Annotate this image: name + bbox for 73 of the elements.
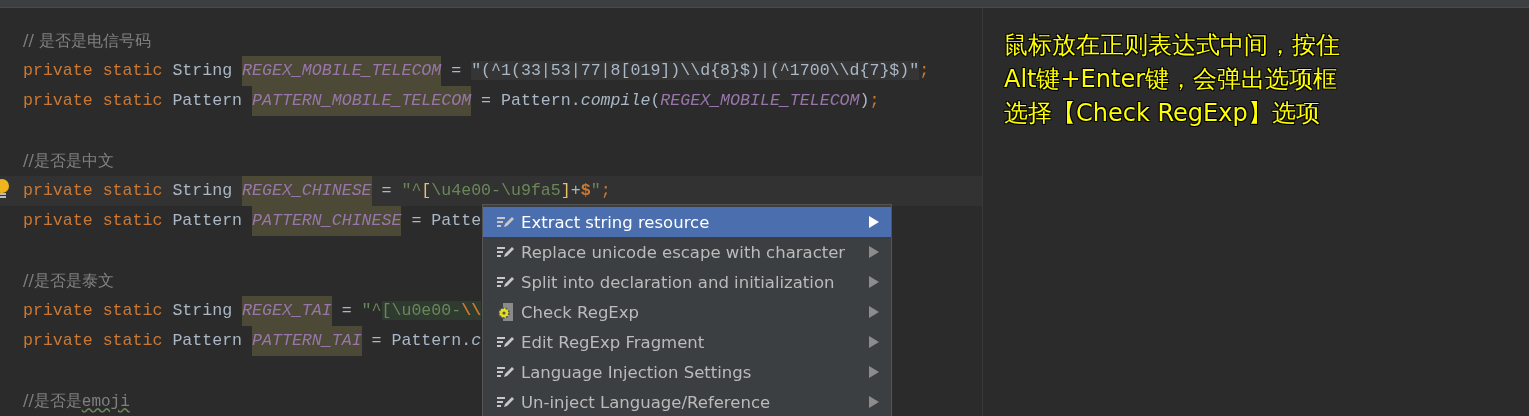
keyword: private static: [23, 91, 164, 110]
menu-item[interactable]: Edit RegExp Fragment: [483, 327, 891, 357]
semicolon: ;: [869, 91, 880, 110]
type-name: String: [172, 181, 234, 200]
code-text: =: [450, 61, 463, 80]
keyword: private static: [23, 211, 164, 230]
regex-anchor: $: [580, 181, 591, 200]
pencil-icon: [497, 335, 515, 349]
code-text: =: [380, 181, 393, 200]
menu-item[interactable]: Extract string resource: [483, 207, 891, 237]
code-text: (: [650, 91, 661, 110]
code-comment: emoji: [81, 393, 130, 411]
code-comment: //是否是: [23, 391, 82, 410]
pencil-icon: [497, 215, 515, 229]
constant-name: REGEX_CHINESE: [242, 176, 372, 206]
annotation-text: 选择【Check RegExp】选项: [1004, 98, 1321, 129]
regex-bracket: [: [421, 181, 432, 200]
string-literal: \u4e00-\u9fa5: [431, 181, 561, 200]
keyword: private static: [23, 181, 164, 200]
regex-bracket: ]: [560, 181, 571, 200]
code-text: ): [859, 91, 870, 110]
code-comment: //是否是泰文: [23, 271, 114, 290]
string-literal: "(^1(33|53|77|8[019])\\d{8}$)|(^1700\\d{7}$)": [471, 61, 920, 80]
constant-name: PATTERN_MOBILE_TELECOM: [252, 86, 472, 116]
semicolon: ;: [919, 61, 930, 80]
type-name: String: [172, 61, 234, 80]
code-comment: //是否是中文: [23, 151, 114, 170]
semicolon: ;: [600, 181, 611, 200]
gear-icon: [497, 302, 515, 322]
pencil-icon: [497, 245, 515, 259]
type-name: Pattern: [172, 91, 244, 110]
type-name: String: [172, 301, 234, 320]
constant-name: REGEX_TAI: [242, 296, 332, 326]
code-text: = Pattern.: [480, 91, 581, 110]
code-text: = Pattern.: [370, 331, 472, 350]
code-text: = Patte: [410, 211, 482, 230]
string-literal: [\u0e00-: [381, 301, 462, 320]
code-comment: // 是否是电信号码: [23, 31, 151, 50]
submenu-arrow-icon: [869, 306, 879, 318]
submenu-arrow-icon: [869, 336, 879, 348]
code-text: =: [340, 301, 353, 320]
escape-sequence: \\: [461, 301, 482, 320]
pencil-icon: [497, 395, 515, 409]
pencil-icon: [497, 275, 515, 289]
string-literal: ": [590, 181, 601, 200]
submenu-arrow-icon: [869, 396, 879, 408]
constant-name: REGEX_MOBILE_TELECOM: [660, 91, 860, 110]
submenu-arrow-icon: [869, 216, 879, 228]
submenu-arrow-icon: [869, 276, 879, 288]
menu-item[interactable]: Split into declaration and initialization: [483, 267, 891, 297]
constant-name: PATTERN_CHINESE: [252, 206, 402, 236]
code-text: +: [570, 181, 581, 200]
menu-item[interactable]: Replace unicode escape with character: [483, 237, 891, 267]
menu-item[interactable]: Un-inject Language/Reference: [483, 387, 891, 416]
annotation-text: 鼠标放在正则表达式中间，按住: [1004, 30, 1340, 61]
type-name: Pattern: [172, 211, 244, 230]
menu-item[interactable]: Language Injection Settings: [483, 357, 891, 387]
constant-name: PATTERN_TAI: [252, 326, 362, 356]
annotation-text: Alt键+Enter键，会弹出选项框: [1004, 64, 1339, 95]
method-name: c: [471, 331, 482, 350]
constant-name: REGEX_MOBILE_TELECOM: [242, 56, 442, 86]
type-name: Pattern: [172, 331, 244, 350]
lightbulb-icon[interactable]: [0, 179, 10, 199]
keyword: private static: [23, 61, 164, 80]
string-literal: "^: [401, 181, 422, 200]
string-literal: "^: [361, 301, 382, 320]
menu-item[interactable]: Check RegExp: [483, 297, 891, 327]
submenu-arrow-icon: [869, 246, 879, 258]
keyword: private static: [23, 301, 164, 320]
method-name: compile: [580, 91, 651, 110]
keyword: private static: [23, 331, 164, 350]
submenu-arrow-icon: [869, 366, 879, 378]
pencil-icon: [497, 365, 515, 379]
